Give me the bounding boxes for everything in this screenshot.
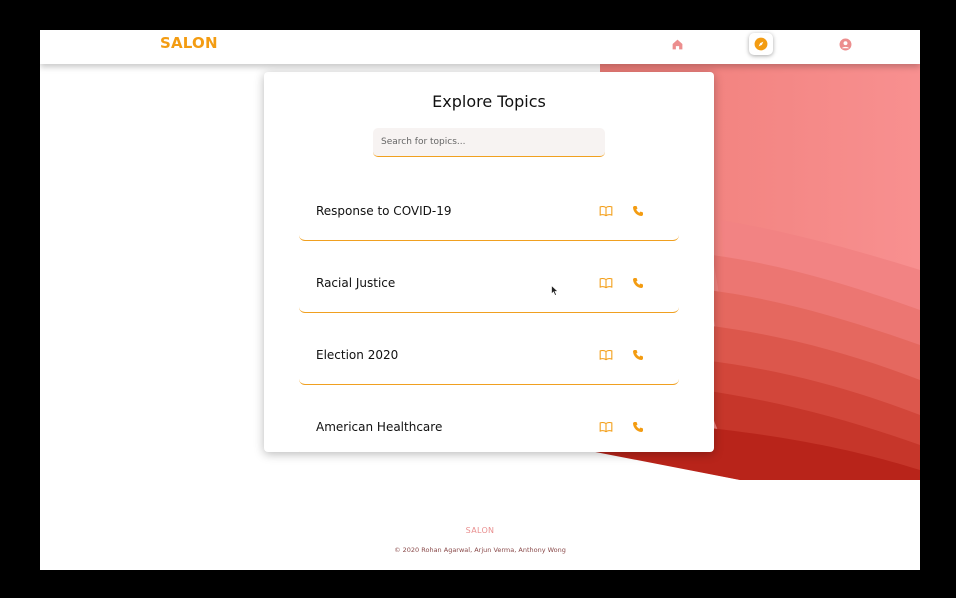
home-icon: [672, 39, 682, 49]
compass-icon: [754, 37, 768, 51]
footer-brand: SALON: [465, 526, 495, 535]
topic-name: Racial Justice: [316, 276, 396, 290]
topic-item[interactable]: American Healthcare: [299, 395, 679, 452]
phone-icon[interactable]: [630, 275, 646, 291]
topic-item[interactable]: Racial Justice: [299, 251, 679, 313]
app-viewport: SALON Explore Topics Search for topics..…: [40, 30, 920, 570]
book-open-icon[interactable]: [598, 347, 614, 363]
nav-profile-button[interactable]: [833, 33, 857, 55]
topic-item[interactable]: Election 2020: [299, 323, 679, 385]
topic-name: Election 2020: [316, 348, 399, 362]
topics-list: Response to COVID-19 Racial Justice Elec…: [299, 179, 679, 452]
search-field-container: [373, 128, 605, 157]
footer-copyright: © 2020 Rohan Agarwal, Arjun Verma, Antho…: [394, 546, 566, 554]
explore-topics-card: Explore Topics Response to COVID-19 Raci…: [264, 72, 714, 452]
user-circle-icon: [839, 38, 851, 50]
topic-name: Response to COVID-19: [316, 204, 452, 218]
book-open-icon[interactable]: [598, 203, 614, 219]
book-open-icon[interactable]: [598, 275, 614, 291]
page-title: Explore Topics: [432, 92, 546, 111]
nav-explore-button[interactable]: [749, 33, 773, 55]
mouse-cursor-icon: [551, 285, 559, 296]
brand-logo[interactable]: SALON: [160, 34, 218, 52]
phone-icon[interactable]: [630, 347, 646, 363]
book-open-icon[interactable]: [598, 419, 614, 435]
nav-home-button[interactable]: [665, 33, 689, 55]
top-navbar: SALON: [40, 30, 920, 64]
phone-icon[interactable]: [630, 419, 646, 435]
topic-item[interactable]: Response to COVID-19: [299, 179, 679, 241]
topic-name: American Healthcare: [316, 420, 443, 434]
search-input[interactable]: [373, 128, 605, 156]
phone-icon[interactable]: [630, 203, 646, 219]
